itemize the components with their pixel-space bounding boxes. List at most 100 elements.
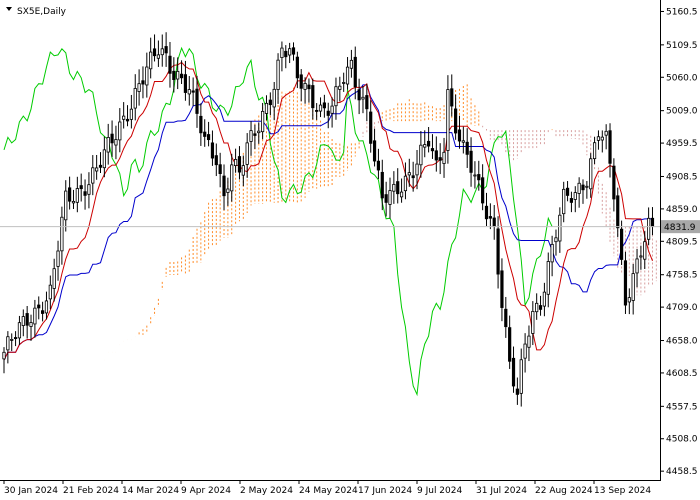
candle-body (504, 308, 508, 328)
candle-body (388, 190, 392, 205)
candle-body (218, 164, 222, 175)
candle-body (95, 167, 99, 172)
candle-body (592, 142, 597, 160)
candle-body (160, 48, 164, 56)
candle-body (141, 80, 145, 85)
candle-body (565, 187, 570, 196)
candle-body (206, 134, 211, 141)
candle-body (407, 172, 411, 176)
y-tick-label: 4758.5 (666, 271, 698, 281)
candle-body (25, 313, 29, 326)
candle-body (164, 46, 168, 54)
candle-body (56, 250, 60, 267)
candle-body (214, 155, 218, 166)
candle-body (41, 310, 45, 314)
candle-body (492, 217, 496, 227)
y-tick-label: 4908.5 (666, 172, 698, 182)
candle-body (426, 140, 431, 147)
candle-body (106, 136, 110, 153)
x-tick-label: 31 Jul 2024 (476, 486, 527, 496)
x-tick-label: 13 Sep 2024 (594, 486, 651, 496)
candle-body (44, 300, 49, 314)
candle-body (527, 335, 531, 348)
candle-body (176, 70, 180, 80)
candle-body (349, 59, 354, 69)
candle-body (573, 192, 577, 200)
candle-body (33, 307, 37, 325)
candle-body (581, 184, 585, 191)
candle-body (647, 217, 651, 240)
candle-body (365, 95, 369, 110)
candle-body (338, 85, 342, 90)
candle-body (29, 322, 33, 327)
candle-body (315, 109, 319, 112)
ichimoku-chart: 5160.5 5109.5 5060.0 5009.0 4959.5 4908.5 4859… (0, 0, 700, 500)
candle-body (372, 140, 377, 162)
candle-body (481, 177, 485, 204)
candle-body (152, 48, 157, 57)
candle-body (369, 111, 373, 144)
candle-body (226, 188, 230, 193)
candle-body (133, 88, 137, 109)
y-tick-label: 4608.5 (666, 369, 698, 379)
candle-body (558, 214, 562, 242)
candle-body (60, 216, 64, 252)
candle-body (125, 118, 130, 122)
candle-body (446, 89, 450, 151)
y-tick-label: 5060.0 (666, 73, 698, 83)
candle-body (496, 228, 500, 275)
candle-body (233, 159, 238, 167)
candle-body (272, 88, 276, 108)
candle-body (442, 151, 446, 164)
candle-body (191, 90, 195, 93)
candle-body (403, 175, 408, 192)
candle-body (477, 174, 481, 181)
candle-body (635, 258, 639, 274)
candle-body (550, 243, 554, 263)
candle-body (334, 86, 338, 107)
candle-body (596, 136, 601, 141)
candle-body (326, 110, 330, 116)
candle-body (210, 142, 215, 159)
candle-body (469, 150, 473, 173)
candle-body (288, 48, 292, 56)
candle-body (79, 185, 83, 190)
candle-body (118, 121, 122, 141)
candle-body (612, 165, 616, 200)
x-tick-label: 9 Jul 2024 (417, 486, 462, 496)
candle-body (257, 130, 261, 134)
candle-body (222, 175, 226, 197)
x-tick-label: 30 Jan 2024 (4, 486, 58, 496)
candle-body (484, 205, 489, 220)
candle-body (357, 89, 361, 101)
candle-body (179, 73, 184, 79)
candle-body (280, 47, 284, 58)
candle-body (623, 260, 628, 306)
candle-body (64, 190, 68, 221)
candle-body (303, 83, 307, 90)
candle-body (531, 310, 535, 334)
y-tick-label: 4658.0 (666, 337, 698, 347)
candle-body (249, 130, 253, 142)
candle-body (577, 182, 581, 194)
candle-body (434, 150, 438, 161)
x-tick-label: 2 May 2024 (240, 486, 293, 496)
x-tick-label: 17 Jun 2024 (358, 486, 412, 496)
y-tick-label: 4557.5 (666, 402, 698, 412)
symbol-label: SX5E,Daily (17, 7, 67, 17)
candle-body (311, 85, 315, 109)
candle-body (91, 167, 95, 184)
y-tick-label: 4809.5 (666, 237, 698, 247)
candle-body (430, 148, 435, 152)
candle-body (318, 104, 323, 112)
candle-body (102, 149, 106, 169)
candle-body (643, 241, 647, 260)
candle-body (342, 82, 346, 84)
x-tick-label: 22 Aug 2024 (535, 486, 593, 496)
candle-body (284, 50, 288, 58)
candle-body (508, 327, 512, 362)
candle-body (627, 297, 631, 303)
candle-body (295, 56, 299, 79)
candle-body (291, 47, 296, 55)
candle-body (585, 185, 589, 188)
